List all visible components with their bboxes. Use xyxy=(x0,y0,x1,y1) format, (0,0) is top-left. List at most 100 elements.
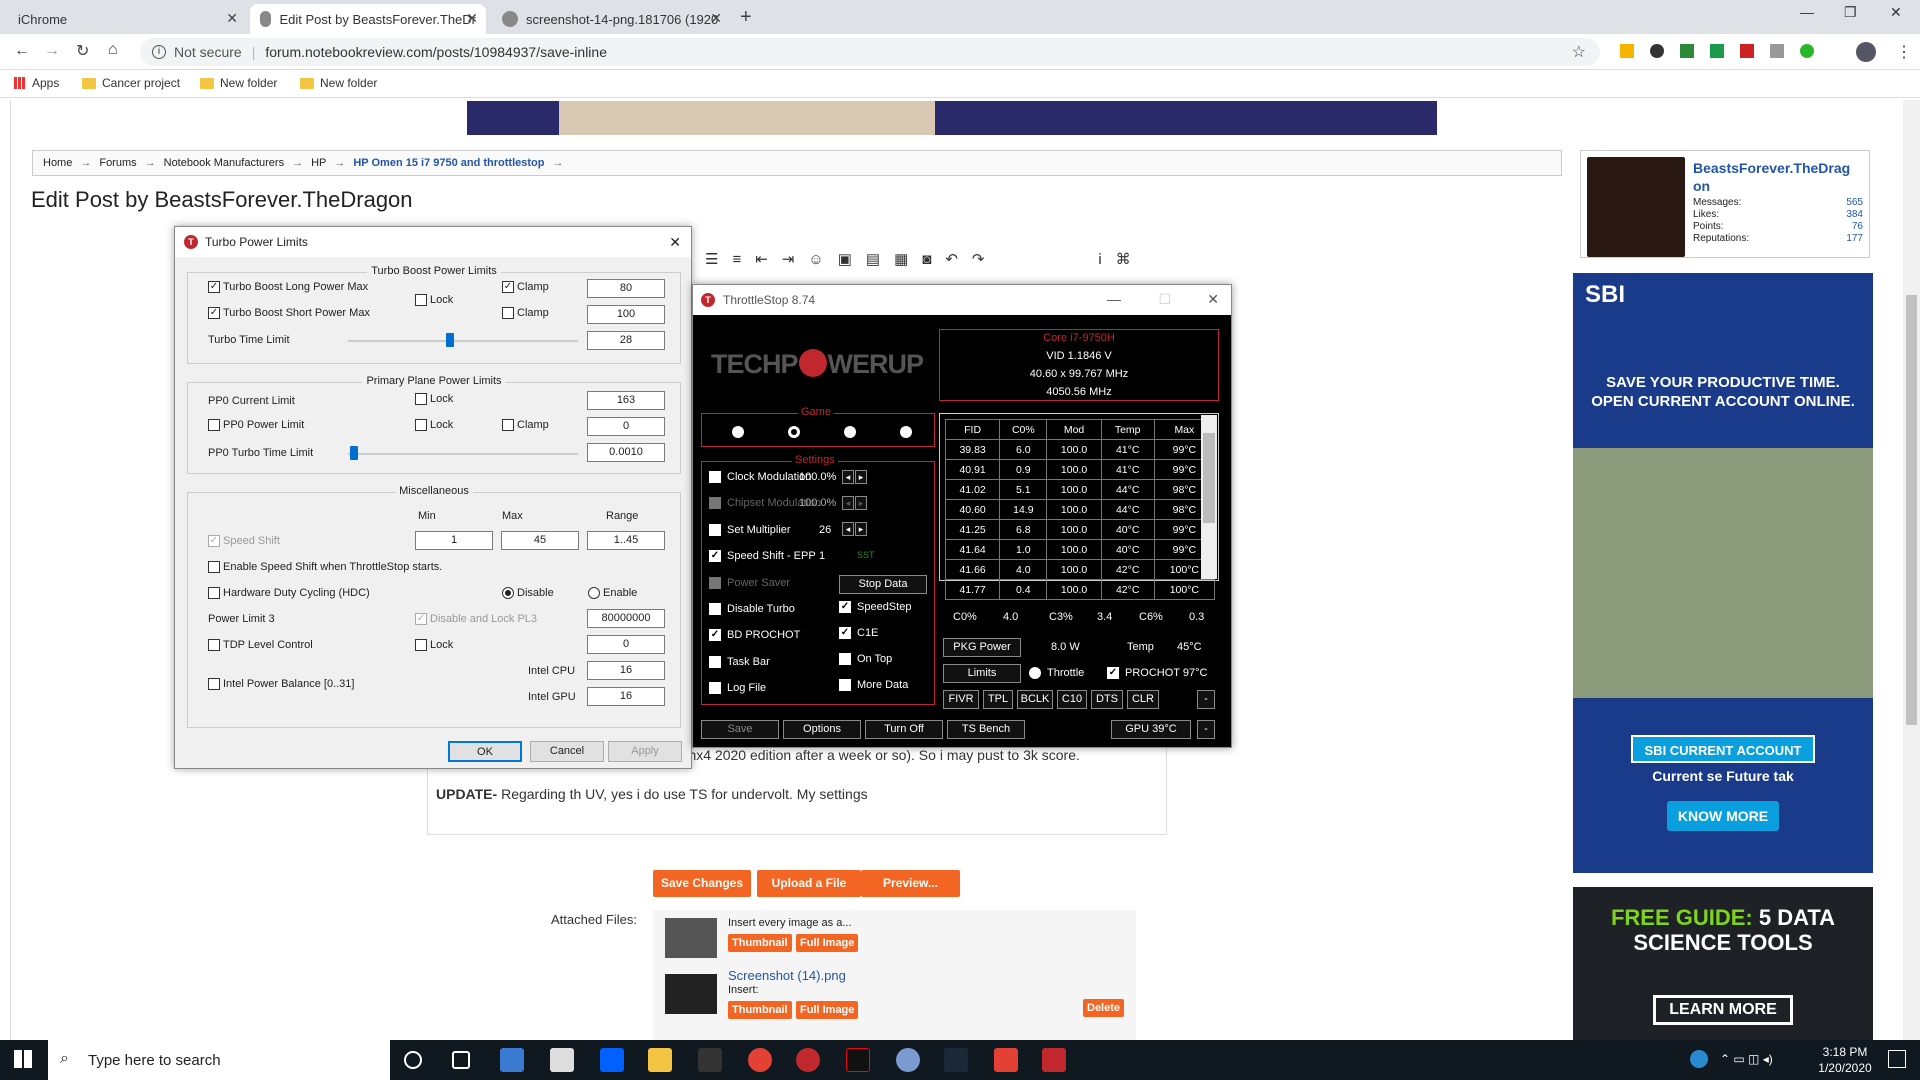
ok-button[interactable]: OK xyxy=(448,741,522,762)
mail-icon[interactable] xyxy=(550,1048,574,1072)
app-icon[interactable] xyxy=(1042,1048,1066,1072)
options-button[interactable]: Options xyxy=(783,720,861,739)
throttlestop-taskbar-icon[interactable] xyxy=(796,1048,820,1072)
save-changes-button[interactable]: Save Changes xyxy=(653,870,751,897)
extension-icon[interactable] xyxy=(1770,44,1784,58)
setting-row[interactable]: Task Bar xyxy=(709,655,770,668)
pp0-time-input[interactable]: 0.0010 xyxy=(587,443,665,462)
profile-radio-2[interactable] xyxy=(788,426,800,438)
fivr-button[interactable]: FIVR xyxy=(943,690,979,709)
close-tab-icon[interactable]: ✕ xyxy=(710,10,722,27)
chrome-icon[interactable] xyxy=(748,1048,772,1072)
close-tab-icon[interactable]: ✕ xyxy=(226,10,238,27)
clamp-long-checkbox[interactable]: ✓ Clamp xyxy=(502,281,549,293)
c10-button[interactable]: C10 xyxy=(1057,690,1087,709)
forward-icon[interactable]: → xyxy=(44,42,60,60)
on-top-checkbox[interactable]: On Top xyxy=(839,653,892,665)
insert-thumbnail-button[interactable]: Thumbnail xyxy=(728,934,792,952)
address-bar[interactable]: i Not secure | forum.notebookreview.com/… xyxy=(140,38,1600,66)
home-icon[interactable]: ⌂ xyxy=(108,41,118,59)
ts-titlebar[interactable]: T ThrottleStop 8.74 — ☐ ✕ xyxy=(693,285,1231,315)
ts-bench-button[interactable]: TS Bench xyxy=(947,720,1025,739)
close-tab-icon[interactable]: ✕ xyxy=(466,10,478,27)
clock-mod-up[interactable]: ▸ xyxy=(855,470,867,484)
stat-value[interactable]: 565 xyxy=(1846,197,1863,208)
cancel-button[interactable]: Cancel xyxy=(530,741,604,762)
bookmark-apps[interactable]: Apps xyxy=(14,76,59,90)
dropbox-icon[interactable] xyxy=(600,1048,624,1072)
long-power-checkbox[interactable]: ✓ Turbo Boost Long Power Max xyxy=(208,281,368,293)
netflix-icon[interactable] xyxy=(846,1048,870,1072)
pp0-current-input[interactable]: 163 xyxy=(587,391,665,410)
bookmark-folder[interactable]: New folder xyxy=(200,76,277,90)
insert-full-image-button[interactable]: Full Image xyxy=(796,1001,859,1019)
tdp-lock-checkbox[interactable]: Lock xyxy=(415,639,453,651)
dragon-avatar[interactable] xyxy=(1587,157,1685,257)
scroll-thumb[interactable] xyxy=(1203,433,1215,523)
new-tab-icon[interactable]: + xyxy=(740,6,752,29)
setting-row[interactable]: Clock Modulation xyxy=(709,471,811,483)
insert-thumbnail-button[interactable]: Thumbnail xyxy=(728,1001,792,1019)
pp0-power-lock[interactable]: Lock xyxy=(415,419,453,431)
system-tray-icons[interactable]: ⌃ ▭ ◫ ◂) xyxy=(1720,1052,1773,1066)
attachment-thumbnail[interactable] xyxy=(665,918,717,958)
lock-checkbox[interactable]: Lock xyxy=(415,294,453,306)
breadcrumb-forums[interactable]: Forums xyxy=(99,157,136,169)
turn-off-button[interactable]: Turn Off xyxy=(865,720,943,739)
attachment-thumbnail[interactable] xyxy=(665,974,717,1014)
hdc-checkbox[interactable]: Hardware Duty Cycling (HDC) xyxy=(208,587,370,599)
hdc-disable-radio[interactable]: Disable xyxy=(502,587,554,599)
app-icon[interactable] xyxy=(698,1048,722,1072)
task-view-icon[interactable] xyxy=(452,1051,470,1069)
stat-value[interactable]: 384 xyxy=(1846,209,1863,220)
minimize-icon[interactable]: — xyxy=(1107,291,1121,307)
stat-value[interactable]: 76 xyxy=(1852,221,1863,232)
taskbar-clock[interactable]: 3:18 PM 1/20/2020 xyxy=(1810,1044,1880,1076)
table-icon[interactable]: ▦ xyxy=(894,250,908,268)
back-icon[interactable]: ← xyxy=(14,42,30,60)
indent-icon[interactable]: ⇥ xyxy=(782,250,795,268)
preview-button[interactable]: Preview... xyxy=(861,870,960,897)
profile-radio-4[interactable] xyxy=(900,426,912,438)
menu-kebab-icon[interactable]: ⋮ xyxy=(1896,42,1912,62)
extension-icon[interactable] xyxy=(1800,44,1814,58)
extension-icon[interactable] xyxy=(1740,44,1754,58)
hdc-enable-radio[interactable]: Enable xyxy=(588,587,637,599)
stop-data-button[interactable]: Stop Data xyxy=(839,575,927,594)
learn-more-button[interactable]: LEARN MORE xyxy=(1653,995,1793,1025)
close-window-icon[interactable]: ✕ xyxy=(1890,4,1902,21)
attachment-name[interactable]: Screenshot (14).png xyxy=(728,968,846,983)
remove-format-icon[interactable]: Ꭵ xyxy=(1098,251,1101,268)
intel-cpu-input[interactable]: 16 xyxy=(587,661,665,680)
close-icon[interactable]: ✕ xyxy=(669,234,681,251)
redo-icon[interactable]: ↷ xyxy=(972,250,985,268)
source-icon[interactable]: ⌘ xyxy=(1116,250,1131,268)
breadcrumb-manufacturers[interactable]: Notebook Manufacturers xyxy=(164,157,284,169)
short-power-checkbox[interactable]: ✓ Turbo Boost Short Power Max xyxy=(208,307,370,319)
speedstep-checkbox[interactable]: ✓ SpeedStep xyxy=(839,601,911,613)
setting-row[interactable]: ✓ BD PROCHOT xyxy=(709,629,800,642)
tpl-button[interactable]: TPL xyxy=(983,690,1013,709)
multiplier-down[interactable]: ◂ xyxy=(842,522,854,536)
breadcrumb-home[interactable]: Home xyxy=(43,157,72,169)
notifications-icon[interactable] xyxy=(1888,1050,1906,1068)
min-input[interactable]: 1 xyxy=(415,531,493,550)
breadcrumb-hp[interactable]: HP xyxy=(311,157,326,169)
extension-icon[interactable] xyxy=(1650,44,1664,58)
pp0-current-lock[interactable]: Lock xyxy=(415,393,453,405)
pp0-clamp-checkbox[interactable]: Clamp xyxy=(502,419,549,431)
pp0-power-checkbox[interactable]: PP0 Power Limit xyxy=(208,419,304,431)
pp0-power-input[interactable]: 0 xyxy=(587,417,665,436)
cortana-icon[interactable] xyxy=(404,1051,422,1069)
long-power-input[interactable]: 80 xyxy=(587,279,665,298)
pkg-power-button[interactable]: PKG Power xyxy=(943,638,1021,657)
setting-row[interactable]: Disable Turbo xyxy=(709,603,795,615)
delete-attachment-button[interactable]: Delete xyxy=(1083,999,1125,1017)
enable-speed-shift-checkbox[interactable]: Enable Speed Shift when ThrottleStop sta… xyxy=(208,561,442,573)
top-banner-ad[interactable] xyxy=(467,101,1437,135)
turbo-time-input[interactable]: 28 xyxy=(587,331,665,350)
avatar[interactable] xyxy=(1856,42,1876,62)
clock-mod-down[interactable]: ◂ xyxy=(842,470,854,484)
numbered-list-icon[interactable]: ≡ xyxy=(732,251,741,268)
breadcrumb-thread[interactable]: HP Omen 15 i7 9750 and throttlestop xyxy=(353,157,544,169)
